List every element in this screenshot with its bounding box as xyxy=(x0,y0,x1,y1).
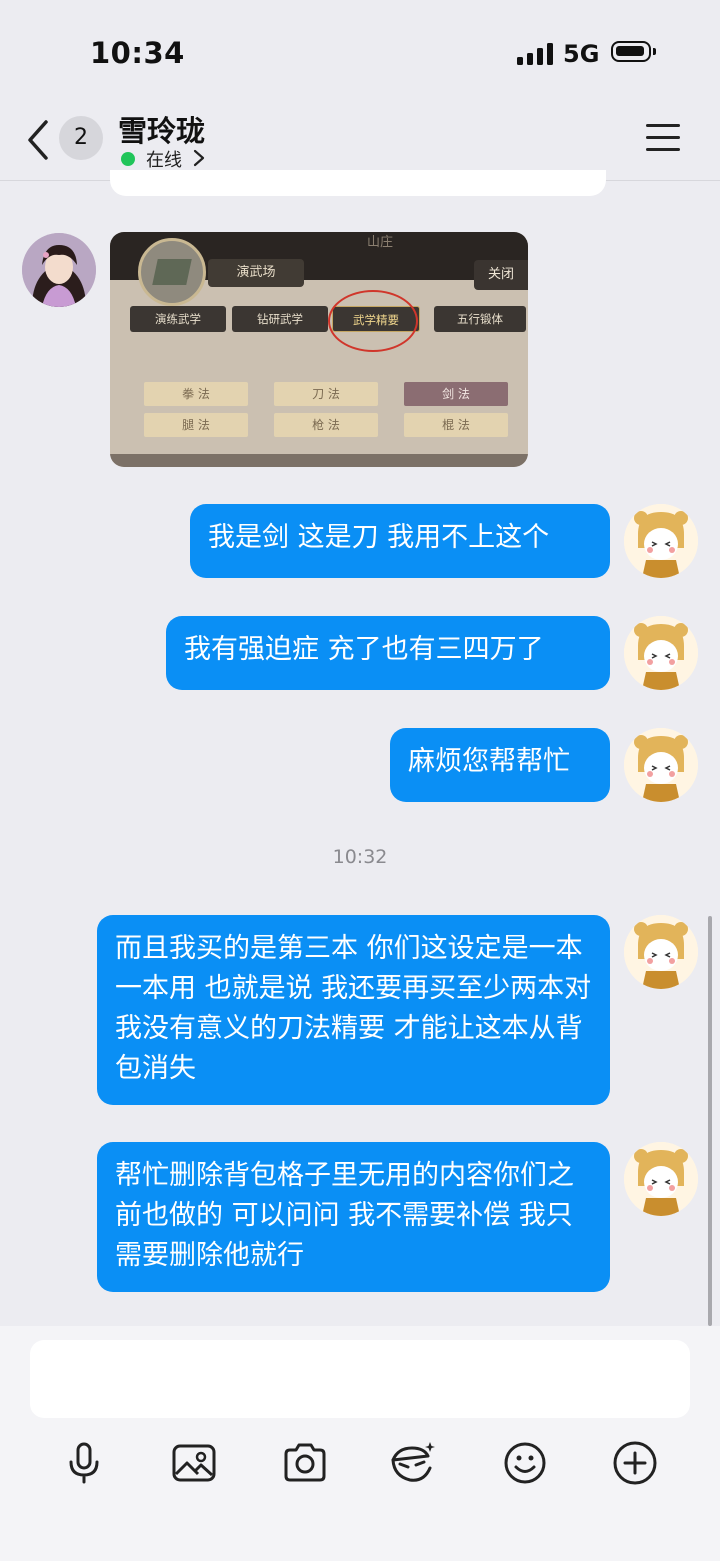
unread-count-badge[interactable]: 2 xyxy=(59,116,103,160)
online-status-text[interactable]: 在线 xyxy=(146,146,182,172)
emoji-icon xyxy=(504,1442,546,1484)
status-bar: 10:34 5G xyxy=(0,0,720,100)
game-chip: 剑 法 xyxy=(404,382,508,406)
avatar xyxy=(22,233,96,307)
message-bubble[interactable]: 帮忙删除背包格子里无用的内容你们之前也做的 可以问问 我不需要补偿 我只需要删除… xyxy=(97,1142,610,1292)
emoji-button[interactable] xyxy=(502,1440,548,1486)
network-type: 5G xyxy=(563,40,600,68)
game-screenshot-image[interactable]: 山庄 演武场 关闭 演练武学 钻研武学 武学精要 五行锻体 拳 法 刀 法 剑 … xyxy=(110,232,528,467)
microphone-icon xyxy=(69,1442,99,1484)
chevron-left-icon xyxy=(28,120,48,160)
my-avatar[interactable] xyxy=(624,1142,698,1216)
my-avatar[interactable] xyxy=(624,915,698,989)
contact-name[interactable]: 雪玲珑 xyxy=(118,108,205,150)
input-area xyxy=(0,1326,720,1561)
game-tab: 演武场 xyxy=(208,259,304,287)
chat-header: 2 雪玲珑 在线 xyxy=(0,100,720,181)
game-chip: 棍 法 xyxy=(404,413,508,437)
avatar xyxy=(624,1142,698,1216)
chevron-right-icon[interactable] xyxy=(192,148,206,168)
message-bubble[interactable]: 我是剑 这是刀 我用不上这个 xyxy=(190,504,610,578)
contact-avatar[interactable] xyxy=(22,233,96,307)
game-chip: 枪 法 xyxy=(274,413,378,437)
game-chip: 刀 法 xyxy=(274,382,378,406)
previous-message-bubble[interactable] xyxy=(110,170,606,196)
camera-icon xyxy=(284,1443,326,1482)
message-bubble[interactable]: 而且我买的是第三本 你们这设定是一本一本用 也就是说 我还要再买至少两本对我没有… xyxy=(97,915,610,1105)
battery-icon xyxy=(611,41,656,62)
message-timestamp: 10:32 xyxy=(332,846,388,868)
status-time: 10:34 xyxy=(90,36,185,70)
signal-icon xyxy=(517,43,553,65)
message-bubble[interactable]: 麻烦您帮帮忙 xyxy=(390,728,610,802)
camera-button[interactable] xyxy=(282,1440,328,1486)
plus-icon xyxy=(613,1441,657,1485)
game-chip: 拳 法 xyxy=(144,382,248,406)
menu-button[interactable] xyxy=(646,124,680,152)
avatar xyxy=(624,728,698,802)
game-close-label: 关闭 xyxy=(474,260,528,290)
sticker-button[interactable] xyxy=(390,1440,436,1486)
my-avatar[interactable] xyxy=(624,504,698,578)
back-button[interactable] xyxy=(22,118,56,162)
photo-button[interactable] xyxy=(171,1440,217,1486)
avatar xyxy=(624,915,698,989)
game-button: 演练武学 xyxy=(130,306,226,332)
game-chip: 腿 法 xyxy=(144,413,248,437)
message-input[interactable] xyxy=(30,1340,690,1418)
scrollbar[interactable] xyxy=(708,916,712,1326)
my-avatar[interactable] xyxy=(624,728,698,802)
avatar xyxy=(624,504,698,578)
sticker-icon xyxy=(391,1442,435,1482)
my-avatar[interactable] xyxy=(624,616,698,690)
game-emblem-icon xyxy=(138,238,206,306)
image-icon xyxy=(172,1444,216,1482)
voice-button[interactable] xyxy=(61,1440,107,1486)
game-button: 五行锻体 xyxy=(434,306,526,332)
more-button[interactable] xyxy=(612,1440,658,1486)
red-circle-annotation xyxy=(328,290,418,352)
game-title: 山庄 xyxy=(366,235,393,250)
message-bubble[interactable]: 我有强迫症 充了也有三四万了 xyxy=(166,616,610,690)
online-status-dot xyxy=(121,152,135,166)
game-button: 钻研武学 xyxy=(232,306,328,332)
avatar xyxy=(624,616,698,690)
